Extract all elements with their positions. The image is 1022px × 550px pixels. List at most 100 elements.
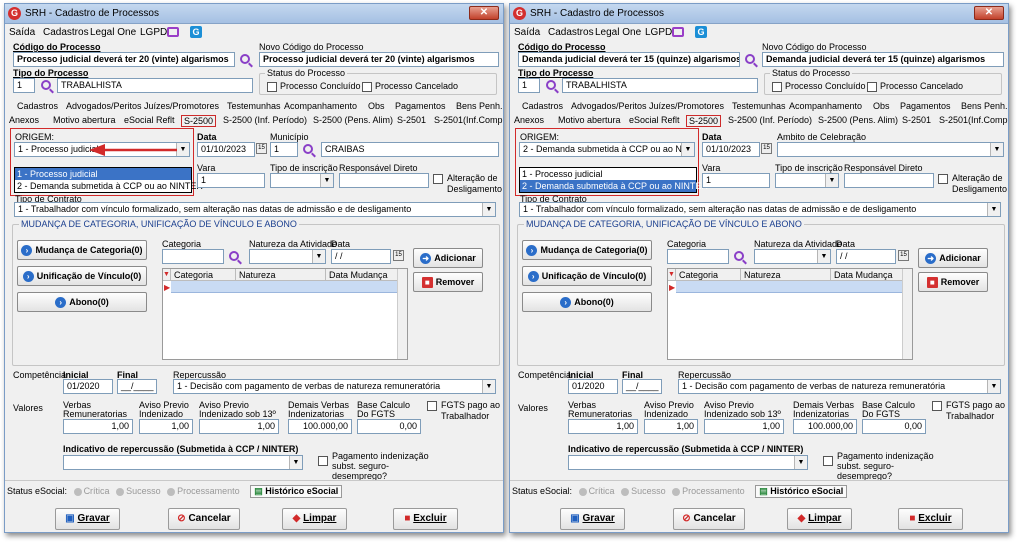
final-input[interactable]: __/____ [117,379,157,394]
alteracao-checkbox[interactable] [433,174,443,184]
categoria-input[interactable] [162,249,224,264]
tab-s2501[interactable]: S-2501 [397,115,426,125]
tab-pagamentos[interactable]: Pagamentos [395,101,446,111]
option-demanda[interactable]: 2 - Demanda submetida à CCP ou ao NINTER [15,180,203,192]
critica-radio[interactable] [578,487,587,496]
table-row[interactable] [676,281,903,293]
tab-s2501[interactable]: S-2501 [902,115,931,125]
data-input[interactable]: 01/10/2023 [702,142,760,157]
verbas-input[interactable]: 1,00 [63,419,133,434]
tab-esocial-reflt[interactable]: eSocial Reflt [629,115,680,125]
processamento-radio[interactable] [167,487,176,496]
novo-codigo-input[interactable]: Processo judicial deverá ter 20 (vinte) … [259,52,499,67]
demais-input[interactable]: 100.000,00 [793,419,857,434]
tab-acompanhamento[interactable]: Acompanhamento [789,101,862,111]
data2-input[interactable]: / / [836,249,896,264]
tipo-name-input[interactable]: TRABALHISTA [562,78,758,93]
scrollbar[interactable] [397,269,407,359]
grid-header-natureza[interactable]: Natureza [236,269,326,281]
fgts-checkbox[interactable] [932,401,942,411]
remover-button[interactable]: ■ Remover [413,272,483,292]
tab-advogados[interactable]: Advogados/Peritos [571,101,647,111]
search-icon[interactable] [734,251,744,261]
calendar-icon[interactable]: 15 [898,250,909,261]
inicial-input[interactable]: 01/2020 [63,379,113,394]
search-icon[interactable] [546,80,556,90]
menu-saida[interactable]: Saída [514,27,540,38]
data2-input[interactable]: / / [331,249,391,264]
resp-input[interactable] [339,173,429,188]
tab-testemunhas[interactable]: Testemunhas [732,101,786,111]
option-processo[interactable]: 1 - Processo judicial [520,168,696,180]
gravar-button[interactable]: ▣ Gravar [55,508,120,530]
base-input[interactable]: 0,00 [357,419,421,434]
tab-s2500[interactable]: S-2500 [181,115,217,127]
abono-button[interactable]: › Abono(0) [522,292,652,312]
search-icon[interactable] [41,80,51,90]
remover-button[interactable]: ■ Remover [918,272,988,292]
municipio-name-input[interactable]: CRAIBAS [321,142,499,157]
menu-cadastros[interactable]: Cadastros [548,27,594,38]
categoria-input[interactable] [667,249,729,264]
close-button[interactable]: ✕ [469,6,499,20]
sucesso-radio[interactable] [116,487,125,496]
repercussao-select[interactable]: 1 - Decisão com pagamento de verbas de n… [678,379,1001,394]
tab-pagamentos[interactable]: Pagamentos [900,101,951,111]
excluir-button[interactable]: ■ Excluir [393,508,458,530]
scrollbar[interactable] [902,269,912,359]
fgts-checkbox[interactable] [427,401,437,411]
tab-testemunhas[interactable]: Testemunhas [227,101,281,111]
tipo-contrato-select[interactable]: 1 - Trabalhador com vínculo formalizado,… [14,202,496,217]
search-icon[interactable] [745,54,755,64]
unificacao-button[interactable]: › Unificação de Vínculo(0) [522,266,652,286]
chat-icon[interactable] [672,27,684,37]
alteracao-checkbox[interactable] [938,174,948,184]
limpar-button[interactable]: ◆ Limpar [787,508,852,530]
ambito-select[interactable]: ▼ [777,142,1004,157]
tab-motivo[interactable]: Motivo abertura [558,115,621,125]
sucesso-radio[interactable] [621,487,630,496]
tab-acompanhamento[interactable]: Acompanhamento [284,101,357,111]
pagamento-checkbox[interactable] [823,456,833,466]
indicativo-select[interactable]: ▼ [568,455,808,470]
tab-s2501-compl[interactable]: S-2501(Inf.Compl) [939,115,1008,125]
grid-header-categoria[interactable]: Categoria [171,269,236,281]
resp-input[interactable] [844,173,934,188]
menu-cadastros[interactable]: Cadastros [43,27,89,38]
tab-juizes[interactable]: Juízes/Promotores [649,101,724,111]
categoria-grid[interactable]: ▼ Categoria Natureza Data Mudança ▶ [162,268,408,360]
grid-header-natureza[interactable]: Natureza [741,269,831,281]
calendar-icon[interactable]: 15 [393,250,404,261]
concluido-checkbox[interactable] [267,82,277,92]
option-demanda[interactable]: 2 - Demanda submetida à CCP ou ao NINTER [520,180,708,192]
tipo-name-input[interactable]: TRABALHISTA [57,78,253,93]
adicionar-button[interactable]: ➜ Adicionar [413,248,483,268]
cancelado-checkbox[interactable] [362,82,372,92]
tab-juizes[interactable]: Juízes/Promotores [144,101,219,111]
grid-header-categoria[interactable]: Categoria [676,269,741,281]
tab-esocial-reflt[interactable]: eSocial Reflt [124,115,175,125]
g-icon[interactable]: G [695,26,707,38]
tab-s2500[interactable]: S-2500 [686,115,722,127]
gravar-button[interactable]: ▣ Gravar [560,508,625,530]
mudanca-button[interactable]: › Mudança de Categoria(0) [522,240,652,260]
tab-s2500-periodo[interactable]: S-2500 (Inf. Período) [728,115,812,125]
tab-cadastros[interactable]: Cadastros [522,101,563,111]
tab-anexos[interactable]: Anexos [514,115,544,125]
grid-header-data[interactable]: Data Mudança [831,269,903,281]
novo-codigo-input[interactable]: Demanda judicial deverá ter 15 (quinze) … [762,52,1004,67]
menu-lgpd[interactable]: LGPD [140,27,167,38]
tab-anexos[interactable]: Anexos [9,115,39,125]
tipo-code-input[interactable]: 1 [13,78,35,93]
aviso-input[interactable]: 1,00 [139,419,193,434]
vara-input[interactable]: 1 [702,173,770,188]
repercussao-select[interactable]: 1 - Decisão com pagamento de verbas de n… [173,379,496,394]
tipo-insc-select[interactable]: ▼ [775,173,839,188]
search-icon[interactable] [303,144,313,154]
calendar-icon[interactable]: 15 [761,143,772,154]
close-button[interactable]: ✕ [974,6,1004,20]
tab-obs[interactable]: Obs [873,101,890,111]
limpar-button[interactable]: ◆ Limpar [282,508,347,530]
categoria-grid[interactable]: ▼ Categoria Natureza Data Mudança ▶ [667,268,913,360]
cancelar-button[interactable]: ⊘ Cancelar [673,508,745,530]
